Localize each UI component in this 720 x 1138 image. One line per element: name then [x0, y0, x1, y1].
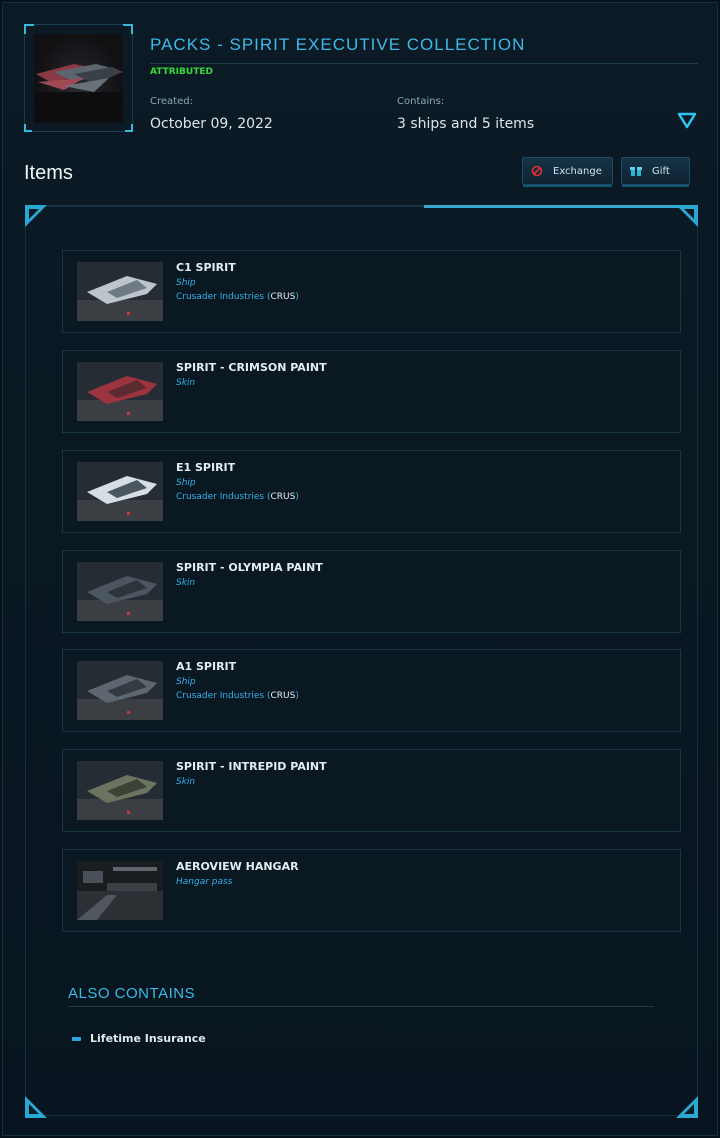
expand-triangle-icon[interactable]: [677, 112, 697, 130]
list-item[interactable]: SPIRIT - CRIMSON PAINT Skin: [62, 350, 681, 433]
list-item[interactable]: E1 SPIRIT Ship Crusader Industries (CRUS…: [62, 450, 681, 533]
gift-button[interactable]: Gift: [621, 157, 690, 185]
item-type: Ship: [176, 677, 196, 687]
item-name: SPIRIT - CRIMSON PAINT: [176, 361, 327, 374]
status-badge: ATTRIBUTED: [150, 67, 213, 77]
item-name: SPIRIT - OLYMPIA PAINT: [176, 561, 323, 574]
contains-value: 3 ships and 5 items: [397, 116, 535, 132]
contains-label: Contains:: [397, 96, 445, 107]
also-contains-divider: [68, 1006, 654, 1007]
item-type: Hangar pass: [176, 877, 233, 887]
item-type: Ship: [176, 278, 196, 288]
list-item[interactable]: C1 SPIRIT Ship Crusader Industries (CRUS…: [62, 250, 681, 333]
gift-label: Gift: [652, 165, 670, 177]
item-manufacturer: Crusader Industries (CRUS): [176, 492, 299, 502]
item-name: E1 SPIRIT: [176, 461, 236, 474]
title-divider: [150, 63, 698, 64]
skin-thumbnail: [77, 362, 163, 421]
items-panel-accent: [424, 205, 684, 208]
bullet-icon: [72, 1037, 81, 1041]
item-manufacturer: Crusader Industries (CRUS): [176, 292, 299, 302]
items-heading: Items: [24, 162, 73, 184]
corner-bottom-left-icon: [25, 1096, 47, 1118]
corner-top-left-icon: [25, 205, 47, 227]
corner-top-right-icon: [676, 205, 698, 227]
item-name: A1 SPIRIT: [176, 660, 237, 673]
exchange-label: Exchange: [553, 165, 602, 177]
also-contains-item: Lifetime Insurance: [90, 1032, 206, 1045]
ship-thumbnail: [77, 462, 163, 521]
item-type: Ship: [176, 478, 196, 488]
list-item[interactable]: A1 SPIRIT Ship Crusader Industries (CRUS…: [62, 649, 681, 732]
skin-thumbnail: [77, 761, 163, 820]
item-name: C1 SPIRIT: [176, 261, 236, 274]
item-manufacturer: Crusader Industries (CRUS): [176, 691, 299, 701]
exchange-button[interactable]: Exchange: [522, 157, 613, 185]
item-type: Skin: [176, 777, 196, 787]
gift-icon: [630, 165, 642, 177]
pack-thumbnail: [24, 24, 133, 132]
ship-thumbnail: [77, 661, 163, 720]
created-label: Created:: [150, 96, 193, 107]
item-name: AEROVIEW HANGAR: [176, 860, 299, 873]
corner-bottom-right-icon: [676, 1096, 698, 1118]
exchange-icon: [531, 165, 543, 177]
pack-title: PACKS - SPIRIT EXECUTIVE COLLECTION: [150, 35, 526, 54]
skin-thumbnail: [77, 562, 163, 621]
item-type: Skin: [176, 578, 196, 588]
ship-thumbnail: [77, 262, 163, 321]
list-item[interactable]: SPIRIT - INTREPID PAINT Skin: [62, 749, 681, 832]
list-item[interactable]: AEROVIEW HANGAR Hangar pass: [62, 849, 681, 932]
item-type: Skin: [176, 378, 196, 388]
item-name: SPIRIT - INTREPID PAINT: [176, 760, 327, 773]
hangar-thumbnail: [77, 861, 163, 920]
also-contains-heading: ALSO CONTAINS: [68, 985, 196, 1002]
created-value: October 09, 2022: [150, 116, 273, 132]
list-item[interactable]: SPIRIT - OLYMPIA PAINT Skin: [62, 550, 681, 633]
